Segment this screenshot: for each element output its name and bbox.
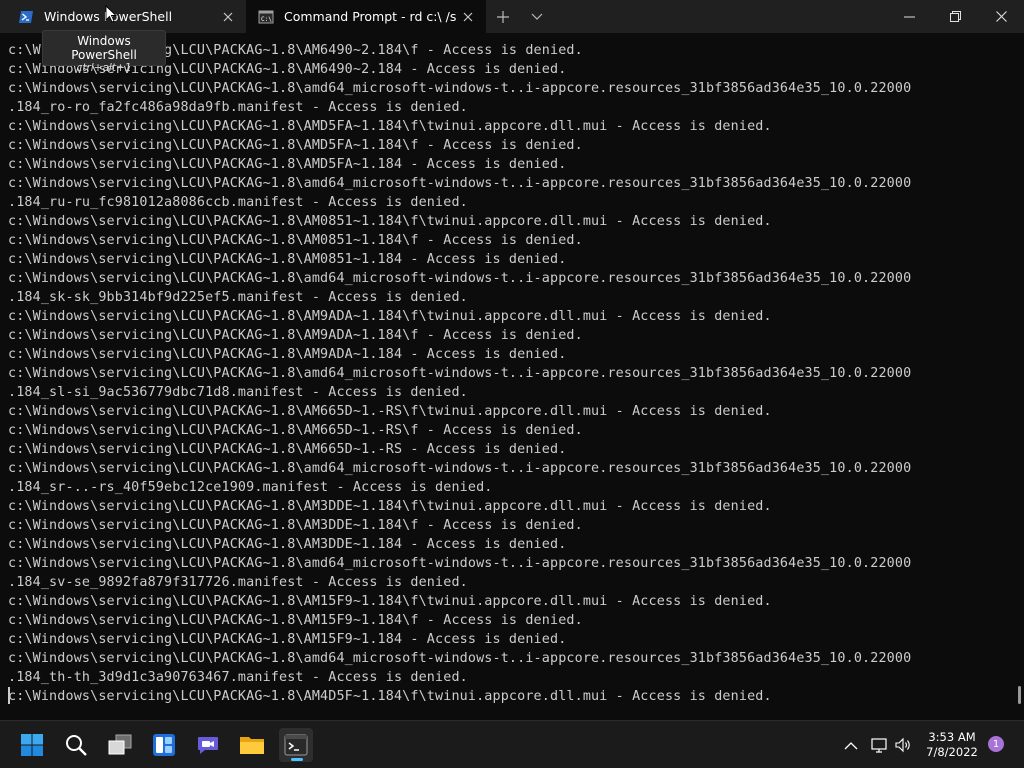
clock-time: 3:53 AM bbox=[928, 730, 976, 744]
terminal-line: c:\Windows\servicing\LCU\PACKAG~1.8\AM66… bbox=[8, 442, 567, 457]
terminal-line: c:\Windows\servicing\LCU\PACKAG~1.8\amd6… bbox=[8, 176, 912, 191]
title-bar: Windows PowerShell C:\ Command Prompt - … bbox=[0, 0, 1024, 33]
task-view-button[interactable] bbox=[103, 728, 137, 762]
restore-icon bbox=[949, 10, 961, 22]
search-icon bbox=[66, 735, 87, 756]
terminal-line: c:\Windows\servicing\LCU\PACKAG~1.8\AM9A… bbox=[8, 328, 583, 343]
terminal-output[interactable]: c:\Windows\servicing\LCU\PACKAG~1.8\AM64… bbox=[8, 41, 1013, 716]
close-icon bbox=[995, 10, 1007, 22]
taskbar-clock[interactable]: 3:53 AM 7/8/2022 bbox=[920, 730, 984, 760]
terminal-line: c:\Windows\servicing\LCU\PACKAG~1.8\amd6… bbox=[8, 366, 912, 381]
chat-icon bbox=[198, 737, 218, 754]
tab-tooltip: Windows PowerShell ctrl+alt+1 bbox=[42, 30, 166, 74]
terminal-line: .184_ru-ru_fc981012a8086ccb.manifest - A… bbox=[8, 195, 468, 210]
text-cursor bbox=[8, 687, 10, 704]
task-view-icon bbox=[108, 734, 132, 755]
terminal-line: c:\Windows\servicing\LCU\PACKAG~1.8\amd6… bbox=[8, 271, 912, 286]
terminal-line: c:\Windows\servicing\LCU\PACKAG~1.8\AM4D… bbox=[8, 689, 772, 704]
show-hidden-icons-button[interactable] bbox=[842, 733, 860, 757]
taskbar: 3:53 AM 7/8/2022 bbox=[0, 720, 1024, 768]
terminal-line: c:\Windows\servicing\LCU\PACKAG~1.8\AM3D… bbox=[8, 518, 583, 533]
tooltip-shortcut: ctrl+alt+1 bbox=[76, 62, 132, 74]
file-explorer-button[interactable] bbox=[235, 728, 269, 762]
terminal-line: c:\Windows\servicing\LCU\PACKAG~1.8\AM08… bbox=[8, 252, 567, 267]
terminal-line: c:\Windows\servicing\LCU\PACKAG~1.8\amd6… bbox=[8, 461, 912, 476]
widgets-icon bbox=[153, 734, 175, 756]
plus-icon bbox=[497, 10, 509, 23]
search-button[interactable] bbox=[59, 728, 93, 762]
scrollbar-thumb[interactable] bbox=[1018, 686, 1021, 704]
terminal-line: c:\Windows\servicing\LCU\PACKAG~1.8\AM15… bbox=[8, 613, 583, 628]
terminal-line: c:\Windows\servicing\LCU\PACKAG~1.8\AMD5… bbox=[8, 119, 772, 134]
chat-button[interactable] bbox=[191, 728, 225, 762]
terminal-line: c:\Windows\servicing\LCU\PACKAG~1.8\AM9A… bbox=[8, 309, 772, 324]
tab-windows-powershell[interactable]: Windows PowerShell bbox=[0, 0, 246, 33]
volume-button[interactable] bbox=[892, 733, 914, 757]
terminal-line: c:\Windows\servicing\LCU\PACKAG~1.8\amd6… bbox=[8, 81, 912, 96]
close-window-button[interactable] bbox=[978, 0, 1024, 32]
tab-title: Windows PowerShell bbox=[44, 9, 173, 24]
terminal-line: c:\Windows\servicing\LCU\PACKAG~1.8\AM3D… bbox=[8, 537, 567, 552]
terminal-line: c:\Windows\servicing\LCU\PACKAG~1.8\AM15… bbox=[8, 632, 567, 647]
widgets-button[interactable] bbox=[147, 728, 181, 762]
tab-dropdown-button[interactable] bbox=[520, 0, 554, 33]
notification-badge[interactable]: 1 bbox=[988, 736, 1004, 752]
active-app-indicator bbox=[291, 758, 303, 761]
network-button[interactable] bbox=[868, 733, 890, 757]
chevron-down-icon bbox=[531, 13, 543, 20]
terminal-line: c:\Windows\servicing\LCU\PACKAG~1.8\AM66… bbox=[8, 423, 583, 438]
terminal-line: .184_th-th_3d9d1c3a90763467.manifest - A… bbox=[8, 670, 468, 685]
svg-text:C:\: C:\ bbox=[261, 16, 272, 23]
maximize-button[interactable] bbox=[932, 0, 978, 32]
terminal-line: .184_sr-..-rs_40f59ebc12ce1909.manifest … bbox=[8, 480, 493, 495]
terminal-line: c:\Windows\servicing\LCU\PACKAG~1.8\amd6… bbox=[8, 651, 912, 666]
close-tab-icon[interactable] bbox=[220, 9, 236, 25]
terminal-line: c:\Windows\servicing\LCU\PACKAG~1.8\AM3D… bbox=[8, 499, 772, 514]
clock-date: 7/8/2022 bbox=[926, 745, 978, 759]
windows-start-icon bbox=[21, 734, 43, 756]
tooltip-title: Windows PowerShell bbox=[71, 34, 137, 62]
start-button[interactable] bbox=[15, 728, 49, 762]
close-tab-icon[interactable] bbox=[460, 9, 476, 25]
terminal-line: .184_sk-sk_9bb314bf9d225ef5.manifest - A… bbox=[8, 290, 468, 305]
minimize-icon bbox=[903, 16, 915, 17]
terminal-line: .184_sl-si_9ac536779dbc71d8.manifest - A… bbox=[8, 385, 468, 400]
terminal-line: c:\Windows\servicing\LCU\PACKAG~1.8\AMD5… bbox=[8, 138, 583, 153]
new-tab-button[interactable] bbox=[486, 0, 520, 33]
terminal-line: c:\Windows\servicing\LCU\PACKAG~1.8\AM08… bbox=[8, 214, 772, 229]
terminal-line: .184_ro-ro_fa2fc486a98da9fb.manifest - A… bbox=[8, 100, 468, 115]
terminal-line: c:\Windows\servicing\LCU\PACKAG~1.8\amd6… bbox=[8, 556, 912, 571]
terminal-line: c:\Windows\servicing\LCU\PACKAG~1.8\AMD5… bbox=[8, 157, 567, 172]
file-explorer-icon bbox=[240, 737, 264, 754]
tab-title: Command Prompt - rd c:\ /s /q bbox=[284, 9, 460, 24]
terminal-taskbar-button[interactable] bbox=[279, 728, 313, 762]
chevron-up-icon bbox=[844, 741, 858, 749]
terminal-icon bbox=[284, 734, 308, 756]
network-icon bbox=[871, 738, 887, 753]
powershell-icon bbox=[19, 10, 33, 23]
terminal-line: c:\Windows\servicing\LCU\PACKAG~1.8\AM15… bbox=[8, 594, 772, 609]
terminal-line: c:\Windows\servicing\LCU\PACKAG~1.8\AM9A… bbox=[8, 347, 567, 362]
mouse-pointer-icon bbox=[105, 5, 117, 23]
terminal-line: c:\Windows\servicing\LCU\PACKAG~1.8\AM08… bbox=[8, 233, 583, 248]
tab-command-prompt[interactable]: C:\ Command Prompt - rd c:\ /s /q bbox=[246, 0, 486, 33]
terminal-line: .184_sv-se_9892fa879f317726.manifest - A… bbox=[8, 575, 468, 590]
cmd-icon: C:\ bbox=[258, 10, 274, 23]
speaker-icon bbox=[895, 737, 910, 753]
minimize-button[interactable] bbox=[886, 0, 932, 32]
terminal-line: c:\Windows\servicing\LCU\PACKAG~1.8\AM66… bbox=[8, 404, 772, 419]
